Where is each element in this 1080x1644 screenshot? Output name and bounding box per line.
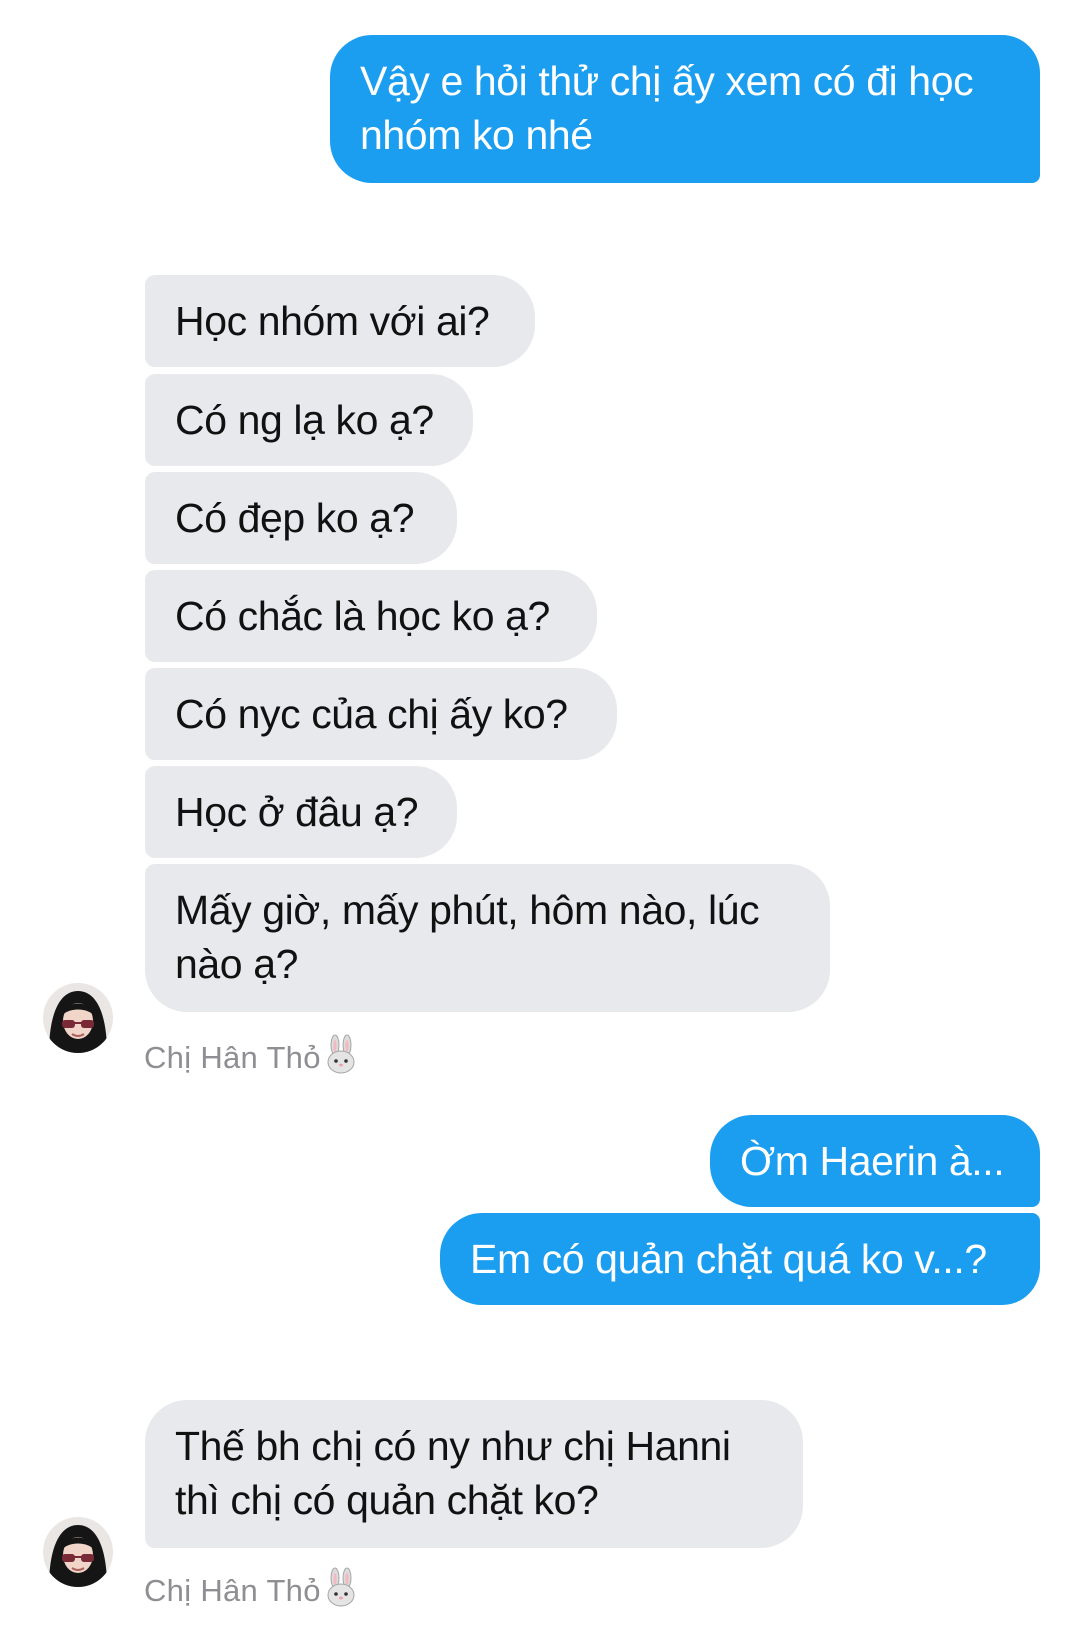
message-bubble-incoming[interactable]: Có chắc là học ko ạ? [145, 570, 597, 662]
avatar[interactable] [43, 983, 113, 1053]
message-bubble-outgoing[interactable]: Ờm Haerin à... [710, 1115, 1040, 1207]
avatar[interactable] [43, 1517, 113, 1587]
message-bubble-outgoing[interactable]: Em có quản chặt quá ko v...? [440, 1213, 1040, 1305]
profile-photo-icon [43, 1517, 113, 1587]
message-bubble-incoming[interactable]: Có đẹp ko ạ? [145, 472, 457, 564]
message-bubble-incoming[interactable]: Học ở đâu ạ? [145, 766, 457, 858]
message-bubble-incoming[interactable]: Có ng lạ ko ạ? [145, 374, 473, 466]
rabbit-face-icon [324, 1034, 358, 1082]
sender-name: Chị Hân Thỏ [144, 1034, 358, 1082]
message-bubble-incoming[interactable]: Học nhóm với ai? [145, 275, 535, 367]
message-bubble-incoming[interactable]: Mấy giờ, mấy phút, hôm nào, lúc nào ạ? [145, 864, 830, 1012]
sender-name: Chị Hân Thỏ [144, 1567, 358, 1615]
message-bubble-outgoing[interactable]: Vậy e hỏi thử chị ấy xem có đi học nhóm … [330, 35, 1040, 183]
message-bubble-incoming[interactable]: Có nyc của chị ấy ko? [145, 668, 617, 760]
profile-photo-icon [43, 983, 113, 1053]
message-bubble-incoming[interactable]: Thế bh chị có ny như chị Hanni thì chị c… [145, 1400, 803, 1548]
rabbit-face-icon [324, 1567, 358, 1615]
sender-name-text: Chị Hân Thỏ [144, 1573, 321, 1608]
sender-name-text: Chị Hân Thỏ [144, 1040, 321, 1075]
